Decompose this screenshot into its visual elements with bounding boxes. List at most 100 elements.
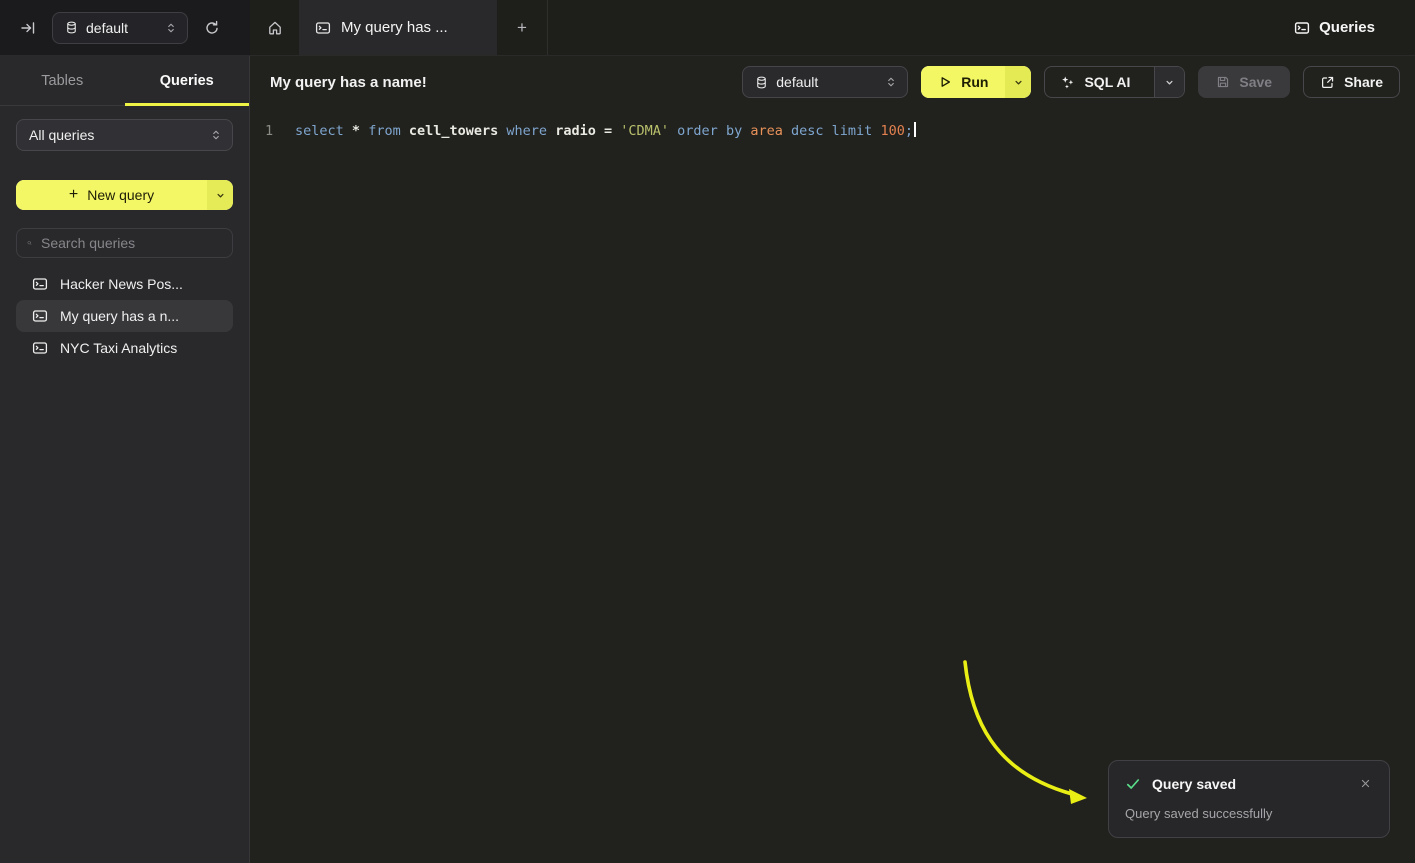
home-button[interactable] bbox=[250, 0, 299, 55]
sidebar: Tables Queries All queries + New query bbox=[0, 56, 250, 863]
body-row: Tables Queries All queries + New query bbox=[0, 56, 1415, 863]
save-button[interactable]: Save bbox=[1198, 66, 1290, 98]
code-token: radio bbox=[555, 123, 596, 139]
query-title: My query has a name! bbox=[270, 74, 427, 91]
run-database-selector[interactable]: default bbox=[742, 66, 908, 98]
code-token bbox=[669, 123, 677, 139]
check-icon bbox=[1125, 776, 1141, 792]
database-icon bbox=[65, 21, 78, 34]
refresh-button[interactable] bbox=[204, 20, 220, 36]
search-queries-input[interactable] bbox=[41, 235, 222, 251]
code-token bbox=[360, 123, 368, 139]
code-token bbox=[718, 123, 726, 139]
code-token: where bbox=[506, 123, 547, 139]
run-options-dropdown[interactable] bbox=[1005, 66, 1031, 98]
line-number: 1 bbox=[250, 121, 276, 141]
sparkles-icon bbox=[1060, 75, 1075, 90]
updown-chevron-icon bbox=[165, 22, 177, 34]
code-token bbox=[596, 123, 604, 139]
code-token bbox=[824, 123, 832, 139]
sql-ai-main: SQL AI bbox=[1045, 67, 1145, 97]
chevron-down-icon bbox=[1013, 77, 1024, 88]
code-token: 100 bbox=[880, 123, 904, 139]
query-item-label: Hacker News Pos... bbox=[60, 276, 183, 292]
code-token: area bbox=[750, 123, 783, 139]
toast-close-button[interactable] bbox=[1358, 775, 1373, 793]
query-filter-value: All queries bbox=[29, 127, 94, 143]
toast-title: Query saved bbox=[1152, 776, 1347, 792]
chevron-down-icon bbox=[215, 190, 226, 201]
topbar-spacer bbox=[548, 0, 1294, 55]
code-token: * bbox=[352, 123, 360, 139]
query-header: My query has a name! default Run bbox=[250, 56, 1415, 108]
saved-query-list: Hacker News Pos... My query has a n... N… bbox=[16, 268, 233, 364]
text-cursor bbox=[914, 122, 916, 137]
database-selector[interactable]: default bbox=[52, 12, 188, 44]
code-token bbox=[547, 123, 555, 139]
close-icon bbox=[1360, 778, 1371, 789]
chevron-down-icon bbox=[1164, 77, 1175, 88]
main-panel: My query has a name! default Run bbox=[250, 56, 1415, 863]
share-button[interactable]: Share bbox=[1303, 66, 1400, 98]
new-query-dropdown[interactable] bbox=[207, 180, 233, 210]
collapse-sidebar-icon bbox=[20, 20, 36, 36]
run-button[interactable]: Run bbox=[921, 66, 1031, 98]
queries-icon bbox=[1294, 20, 1310, 36]
play-icon bbox=[938, 75, 952, 89]
code-token: from bbox=[368, 123, 401, 139]
toast-header: Query saved bbox=[1125, 775, 1373, 793]
search-icon bbox=[27, 236, 32, 250]
save-label: Save bbox=[1239, 74, 1272, 90]
plus-icon: + bbox=[69, 186, 78, 204]
new-tab-button[interactable]: + bbox=[497, 0, 547, 55]
home-icon bbox=[267, 20, 283, 36]
code-token: = bbox=[604, 123, 612, 139]
query-list-item[interactable]: NYC Taxi Analytics bbox=[16, 332, 233, 364]
sidebar-tab-tables[interactable]: Tables bbox=[0, 56, 125, 105]
query-icon bbox=[32, 340, 48, 356]
sidebar-tabs: Tables Queries bbox=[0, 56, 249, 106]
code-token: by bbox=[726, 123, 742, 139]
collapse-sidebar-button[interactable] bbox=[20, 20, 36, 36]
queries-breadcrumb: Queries bbox=[1294, 0, 1415, 55]
query-icon bbox=[32, 276, 48, 292]
code-token: limit bbox=[832, 123, 873, 139]
sidebar-tab-queries[interactable]: Queries bbox=[125, 56, 250, 105]
query-item-label: NYC Taxi Analytics bbox=[60, 340, 177, 356]
share-label: Share bbox=[1344, 74, 1383, 90]
app-window: default My query has ... + Queries bbox=[0, 0, 1415, 863]
code-token: 'CDMA' bbox=[620, 123, 669, 139]
query-list-item-selected[interactable]: My query has a n... bbox=[16, 300, 233, 332]
sql-editor[interactable]: 1 select * from cell_towers where radio … bbox=[250, 108, 1415, 863]
sql-code: select * from cell_towers where radio = … bbox=[295, 123, 913, 139]
query-filter-select[interactable]: All queries bbox=[16, 119, 233, 151]
toast-message: Query saved successfully bbox=[1125, 806, 1373, 821]
code-token bbox=[344, 123, 352, 139]
tab-label: My query has ... bbox=[341, 19, 448, 36]
code-line: 1 select * from cell_towers where radio … bbox=[250, 108, 1415, 141]
tab-my-query[interactable]: My query has ... bbox=[299, 0, 497, 55]
query-list-item[interactable]: Hacker News Pos... bbox=[16, 268, 233, 300]
run-button-main: Run bbox=[921, 66, 1005, 98]
run-database-value: default bbox=[776, 74, 877, 90]
topbar: default My query has ... + Queries bbox=[0, 0, 1415, 56]
code-token: cell_towers bbox=[409, 123, 498, 139]
query-item-label: My query has a n... bbox=[60, 308, 179, 324]
sql-ai-button[interactable]: SQL AI bbox=[1044, 66, 1185, 98]
code-token bbox=[401, 123, 409, 139]
search-queries-box bbox=[16, 228, 233, 258]
sql-ai-dropdown[interactable] bbox=[1154, 67, 1184, 97]
refresh-icon bbox=[204, 20, 220, 36]
query-icon bbox=[32, 308, 48, 324]
database-icon bbox=[755, 76, 768, 89]
sidebar-content: All queries + New query bbox=[0, 106, 249, 377]
query-tab-icon bbox=[315, 20, 331, 36]
database-selector-value: default bbox=[86, 20, 157, 36]
new-query-label: New query bbox=[87, 187, 154, 203]
toast-query-saved: Query saved Query saved successfully bbox=[1108, 760, 1390, 838]
code-token: desc bbox=[791, 123, 824, 139]
updown-chevron-icon bbox=[210, 129, 222, 141]
code-token: select bbox=[295, 123, 344, 139]
share-icon bbox=[1320, 75, 1335, 90]
new-query-button[interactable]: + New query bbox=[16, 180, 233, 210]
